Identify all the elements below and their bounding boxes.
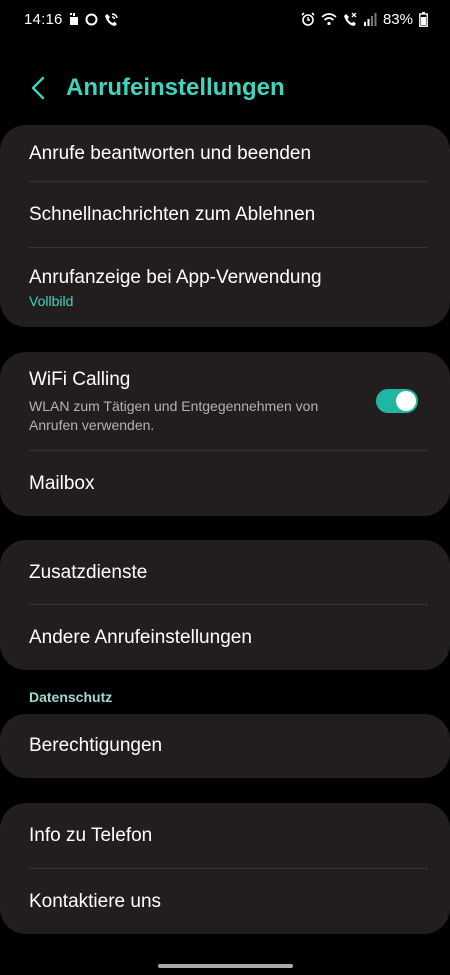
- permissions-item[interactable]: Berechtigungen: [0, 714, 450, 778]
- status-bar-left: 14:16: [24, 11, 119, 28]
- call-display-label: Anrufanzeige bei App-Verwendung: [29, 266, 322, 288]
- alarm-icon: [301, 12, 315, 26]
- volte-call-icon: [343, 12, 358, 27]
- mailbox-item[interactable]: Mailbox: [0, 451, 450, 516]
- supplementary-services-label: Zusatzdienste: [29, 561, 148, 583]
- contact-us-label: Kontaktiere uns: [29, 890, 162, 912]
- settings-card-services: Zusatzdienste Andere Anrufeinstellungen: [0, 540, 450, 670]
- app-header: Anrufeinstellungen: [0, 68, 450, 110]
- quick-decline-messages-item[interactable]: Schnellnachrichten zum Ablehnen: [0, 182, 450, 248]
- circle-icon: [85, 13, 98, 26]
- other-call-settings-label: Andere Anrufeinstellungen: [29, 626, 252, 648]
- battery-percentage: 83%: [382, 10, 413, 28]
- back-button[interactable]: [24, 74, 52, 102]
- status-bar-right: 83%: [301, 11, 428, 28]
- status-bar: 14:16 83%: [0, 0, 450, 38]
- sim-card-icon: [69, 12, 79, 26]
- gesture-nav-handle[interactable]: [158, 964, 293, 968]
- supplementary-services-item[interactable]: Zusatzdienste: [0, 540, 450, 605]
- battery-icon: [419, 11, 428, 27]
- toggle-knob: [396, 391, 416, 411]
- clock: 14:16: [24, 10, 63, 28]
- permissions-label: Berechtigungen: [29, 735, 163, 756]
- about-phone-label: Info zu Telefon: [29, 825, 153, 846]
- settings-card-privacy: Berechtigungen: [0, 714, 450, 778]
- call-display-item[interactable]: Anrufanzeige bei App-Verwendung Vollbild: [0, 248, 450, 327]
- wifi-calling-label: WiFi Calling: [29, 368, 131, 390]
- other-call-settings-item[interactable]: Andere Anrufeinstellungen: [0, 605, 450, 670]
- wifi-calling-item[interactable]: WiFi Calling WLAN zum Tätigen und Entgeg…: [0, 352, 450, 451]
- answer-end-calls-label: Anrufe beantworten und beenden: [29, 142, 312, 164]
- wifi-icon: [321, 12, 337, 26]
- settings-card-about: Info zu Telefon Kontaktiere uns: [0, 803, 450, 934]
- answer-end-calls-item[interactable]: Anrufe beantworten und beenden: [0, 125, 450, 182]
- about-phone-item[interactable]: Info zu Telefon: [0, 803, 450, 869]
- settings-card-wifi-calling: WiFi Calling WLAN zum Tätigen und Entgeg…: [0, 352, 450, 516]
- call-display-value: Vollbild: [29, 292, 74, 309]
- contact-us-item[interactable]: Kontaktiere uns: [0, 869, 450, 934]
- mailbox-label: Mailbox: [29, 472, 95, 494]
- chevron-left-icon: [31, 76, 45, 100]
- quick-decline-messages-label: Schnellnachrichten zum Ablehnen: [29, 204, 316, 225]
- wifi-call-icon: [104, 12, 119, 27]
- signal-icon: [363, 12, 377, 26]
- wifi-calling-description: WLAN zum Tätigen und Entgegennehmen von …: [29, 397, 319, 433]
- settings-card-call-handling: Anrufe beantworten und beenden Schnellna…: [0, 125, 450, 327]
- page-title: Anrufeinstellungen: [66, 74, 285, 101]
- wifi-calling-toggle[interactable]: [376, 389, 418, 413]
- privacy-section-header: Datenschutz: [29, 689, 113, 705]
